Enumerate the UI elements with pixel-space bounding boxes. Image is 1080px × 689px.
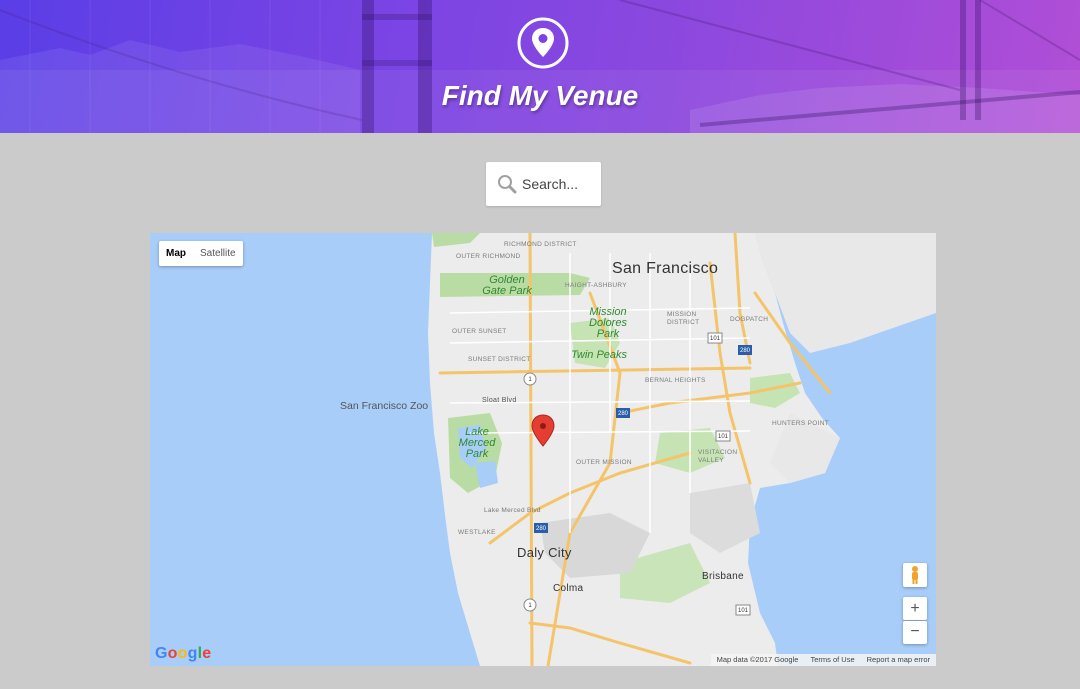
label-san-francisco: San Francisco <box>612 260 719 277</box>
search-input[interactable] <box>522 176 598 192</box>
svg-text:101: 101 <box>718 434 729 440</box>
label-mission-dolores-park: Mission Dolores Park <box>589 306 627 340</box>
label-visitacion-valley: VISITACION VALLEY <box>698 449 738 464</box>
label-haight-ashbury: HAIGHT-ASHBURY <box>565 282 627 289</box>
label-richmond: RICHMOND DISTRICT <box>504 241 577 248</box>
label-dogpatch: DOGPATCH <box>730 316 769 323</box>
map-attribution: Map data ©2017 Google Terms of Use Repor… <box>710 654 936 666</box>
search-icon <box>498 175 517 194</box>
map-type-control: Map Satellite <box>159 241 243 266</box>
map-view[interactable]: 1 1 280 280 280 101 101 101 Map Satellit… <box>150 233 936 666</box>
map-type-map-button[interactable]: Map <box>159 241 193 266</box>
svg-text:280: 280 <box>618 411 629 417</box>
label-sunset-district: SUNSET DISTRICT <box>468 356 531 363</box>
label-brisbane: Brisbane <box>702 571 744 582</box>
location-pin-icon <box>517 17 569 69</box>
terms-of-use-link[interactable]: Terms of Use <box>804 654 860 666</box>
label-sloat-blvd: Sloat Blvd <box>482 397 517 404</box>
label-hunters-point: HUNTERS POINT <box>772 420 829 427</box>
label-daly-city: Daly City <box>517 545 572 560</box>
google-logo[interactable]: Google <box>155 645 211 663</box>
label-outer-sunset: OUTER SUNSET <box>452 328 507 335</box>
label-golden-gate-park: Golden Gate Park <box>482 274 532 297</box>
label-westlake: WESTLAKE <box>458 529 496 536</box>
report-map-error-link[interactable]: Report a map error <box>861 654 936 666</box>
label-lake-merced-park: Lake Merced Park <box>458 426 496 460</box>
zoom-out-button[interactable]: − <box>903 621 927 644</box>
search-box[interactable] <box>486 162 601 206</box>
map-data-text: Map data ©2017 Google <box>716 655 799 664</box>
label-outer-mission: OUTER MISSION <box>576 459 632 466</box>
app-title: Find My Venue <box>441 80 639 111</box>
label-sf-zoo: San Francisco Zoo <box>340 400 429 412</box>
map-canvas[interactable]: 1 1 280 280 280 101 101 101 <box>150 233 936 666</box>
label-outer-richmond: OUTER RICHMOND <box>456 253 521 260</box>
street-view-pegman-icon[interactable] <box>903 563 927 587</box>
label-twin-peaks: Twin Peaks <box>571 349 628 361</box>
header-banner: Find My Venue <box>0 0 1080 133</box>
map-type-satellite-button[interactable]: Satellite <box>193 241 243 266</box>
label-colma: Colma <box>553 583 584 594</box>
label-mission-district: MISSION DISTRICT <box>667 311 700 326</box>
zoom-in-button[interactable]: + <box>903 597 927 620</box>
svg-text:280: 280 <box>536 526 547 532</box>
label-bernal-heights: BERNAL HEIGHTS <box>645 377 706 384</box>
svg-text:101: 101 <box>738 608 749 614</box>
svg-text:101: 101 <box>710 336 721 342</box>
svg-text:280: 280 <box>740 348 751 354</box>
label-lake-merced-blvd: Lake Merced Blvd <box>484 507 541 514</box>
